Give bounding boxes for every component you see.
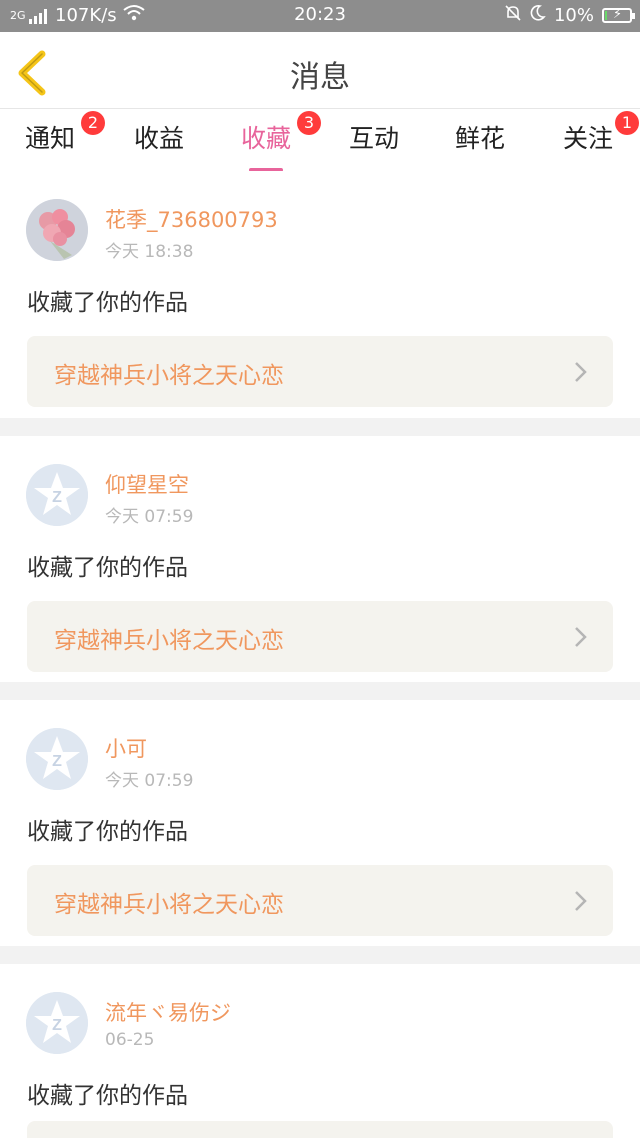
section-divider	[0, 946, 640, 964]
list-item: Z 仰望星空 今天 07:59 收藏了你的作品 穿越神兵小将之天心恋	[0, 436, 640, 682]
tab-favorites[interactable]: 收藏 3	[241, 111, 322, 172]
section-divider	[0, 418, 640, 436]
action-text: 收藏了你的作品	[27, 819, 188, 845]
action-text: 收藏了你的作品	[27, 555, 188, 581]
moon-icon	[530, 4, 546, 27]
list-item: Z 流年ヾ易伤ジ 06-25 收藏了你的作品	[0, 964, 640, 1138]
work-link[interactable]	[27, 1121, 613, 1138]
chevron-right-icon	[575, 627, 587, 647]
work-link[interactable]: 穿越神兵小将之天心恋	[27, 865, 613, 936]
user-name[interactable]: 仰望星空	[105, 469, 189, 499]
avatar[interactable]	[26, 199, 88, 261]
tab-label: 通知	[25, 124, 76, 153]
battery-percent: 10%	[553, 5, 594, 26]
star-avatar-icon: Z	[26, 992, 88, 1054]
user-name[interactable]: 花季_736800793	[105, 204, 278, 234]
status-bar: 2G 107K/s 20:23 10% ⚡	[0, 0, 640, 32]
work-link[interactable]: 穿越神兵小将之天心恋	[27, 601, 613, 672]
user-name[interactable]: 小可	[105, 733, 147, 763]
chevron-right-icon	[575, 891, 587, 911]
tab-badge: 3	[297, 111, 322, 135]
mute-bell-icon	[504, 4, 522, 27]
list-item: 花季_736800793 今天 18:38 收藏了你的作品 穿越神兵小将之天心恋	[0, 171, 640, 418]
timestamp: 今天 07:59	[105, 507, 194, 527]
user-name[interactable]: 流年ヾ易伤ジ	[105, 997, 231, 1027]
svg-text:Z: Z	[52, 489, 62, 506]
tab-label: 鲜花	[455, 124, 506, 153]
work-title: 穿越神兵小将之天心恋	[54, 892, 284, 918]
star-avatar-icon: Z	[26, 728, 88, 790]
page-title: 消息	[290, 60, 350, 95]
avatar[interactable]: Z	[26, 728, 88, 790]
work-title: 穿越神兵小将之天心恋	[54, 628, 284, 654]
svg-text:Z: Z	[52, 753, 62, 770]
tab-label: 收益	[134, 124, 185, 153]
timestamp: 今天 07:59	[105, 771, 194, 791]
tab-label: 收藏	[241, 124, 292, 153]
avatar[interactable]: Z	[26, 992, 88, 1054]
header: 消息	[0, 32, 640, 109]
battery-icon: ⚡	[602, 7, 635, 23]
avatar[interactable]: Z	[26, 464, 88, 526]
tab-flowers[interactable]: 鲜花	[455, 119, 505, 155]
tab-notify[interactable]: 通知 2	[25, 111, 106, 155]
tab-bar: 通知 2 收益 收藏 3 互动 鲜花 关注 1	[0, 109, 640, 172]
tab-label: 互动	[349, 124, 400, 153]
action-text: 收藏了你的作品	[27, 290, 188, 316]
tab-follow[interactable]: 关注 1	[563, 111, 640, 155]
flower-photo-icon	[26, 199, 88, 261]
timestamp: 今天 18:38	[105, 242, 194, 262]
work-link[interactable]: 穿越神兵小将之天心恋	[27, 336, 613, 407]
tab-badge: 1	[615, 111, 640, 135]
section-divider	[0, 682, 640, 700]
action-text: 收藏了你的作品	[27, 1083, 188, 1109]
tab-interact[interactable]: 互动	[349, 119, 399, 155]
tab-income[interactable]: 收益	[134, 119, 184, 155]
list-item: Z 小可 今天 07:59 收藏了你的作品 穿越神兵小将之天心恋	[0, 700, 640, 946]
work-title: 穿越神兵小将之天心恋	[54, 363, 284, 389]
timestamp: 06-25	[105, 1030, 155, 1050]
tab-badge: 2	[81, 111, 106, 135]
svg-text:Z: Z	[52, 1017, 62, 1034]
chevron-right-icon	[575, 362, 587, 382]
tab-label: 关注	[563, 124, 614, 153]
star-avatar-icon: Z	[26, 464, 88, 526]
status-right: 10% ⚡	[504, 4, 635, 27]
